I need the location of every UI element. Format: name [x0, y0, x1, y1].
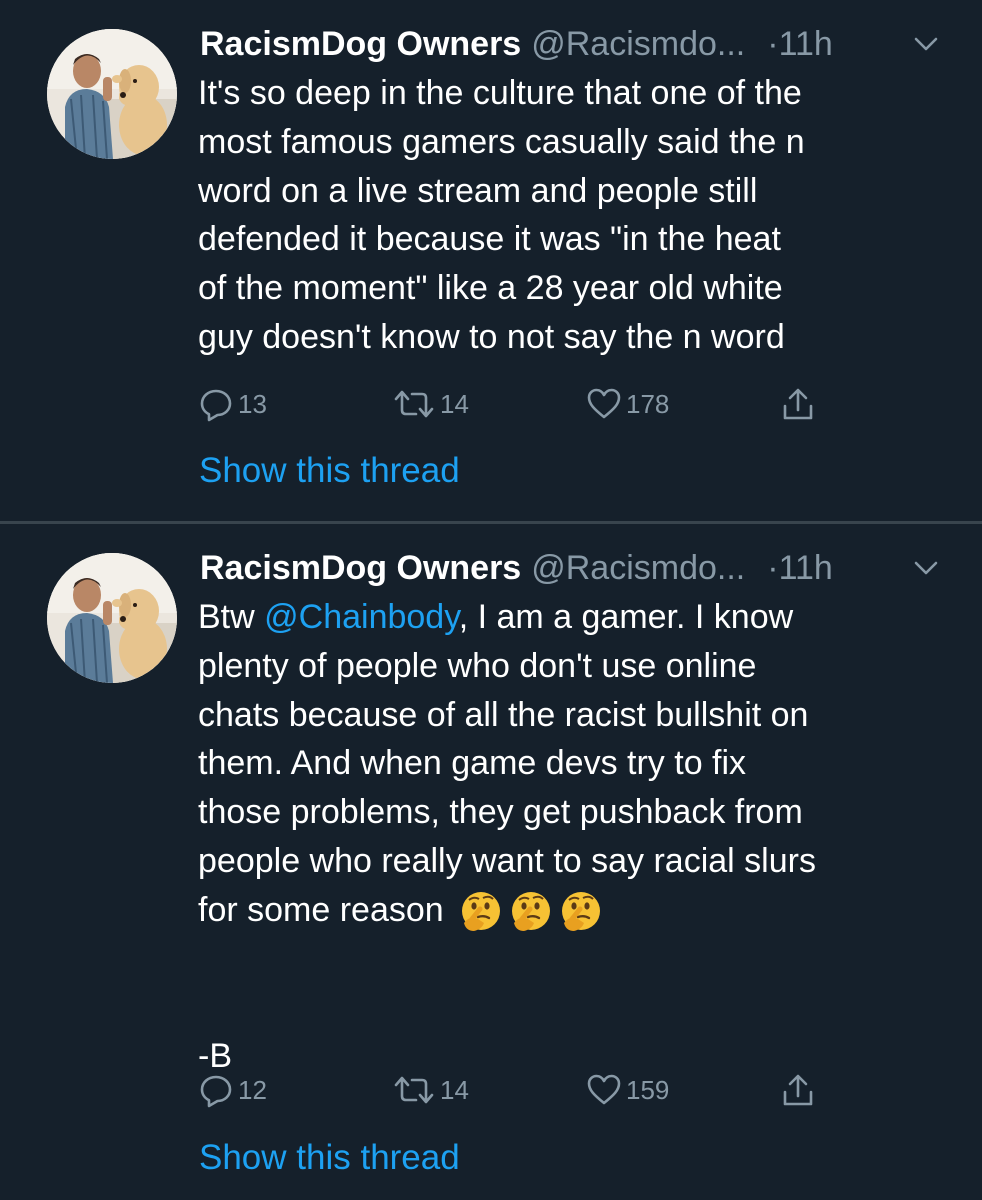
tweet-actions: 13 14 178: [198, 382, 838, 426]
retweet-icon: [394, 1076, 434, 1104]
reply-button[interactable]: 12: [198, 1068, 267, 1112]
user-handle[interactable]: @Racismdo...: [531, 25, 745, 63]
display-name[interactable]: RacismDog Owners: [200, 25, 521, 63]
share-button[interactable]: [780, 1068, 816, 1112]
emoji-group: [458, 889, 608, 935]
heart-icon: [587, 388, 621, 419]
reply-icon: [200, 389, 232, 422]
show-thread-link[interactable]: Show this thread: [199, 1138, 460, 1178]
thinking-face-emoji: [561, 891, 600, 931]
retweet-button[interactable]: 14: [392, 382, 469, 426]
tweet-text-main: , I am a gamer. I know plenty of people …: [198, 598, 816, 929]
retweet-count: 14: [440, 388, 469, 419]
timestamp[interactable]: 11h: [779, 549, 833, 587]
share-icon: [783, 1074, 813, 1106]
tweet-text-prefix: Btw: [198, 598, 265, 636]
like-count: 178: [626, 388, 670, 419]
reply-button[interactable]: 13: [198, 382, 267, 426]
display-name[interactable]: RacismDog Owners: [200, 549, 521, 587]
tweet[interactable]: RacismDog Owners @Racismdo... ·11h It's so…: [0, 0, 982, 522]
thinking-face-emoji: [511, 891, 550, 931]
share-button[interactable]: [780, 382, 816, 426]
like-button[interactable]: 178: [586, 382, 669, 426]
separator-dot: ·: [767, 25, 779, 63]
like-count: 159: [626, 1074, 670, 1105]
retweet-button[interactable]: 14: [392, 1068, 469, 1112]
retweet-count: 14: [440, 1074, 469, 1105]
timestamp[interactable]: 11h: [779, 25, 833, 63]
tweet-text: Btw @Chainbody, I am a gamer. I know ple…: [198, 593, 958, 1081]
like-button[interactable]: 159: [586, 1068, 669, 1112]
thinking-face-emoji: [461, 891, 500, 931]
chevron-down-icon[interactable]: [912, 32, 940, 56]
share-icon: [783, 388, 813, 420]
chevron-down-icon[interactable]: [912, 556, 940, 580]
timeline-feed: RacismDog Owners @Racismdo... ·11h It's so…: [0, 0, 982, 1200]
tweet-header: RacismDog Owners @Racismdo... ·11h: [200, 24, 952, 64]
separator-dot: ·: [767, 549, 779, 587]
tweet-header: RacismDog Owners @Racismdo... ·11h: [200, 548, 952, 588]
mention-link[interactable]: @Chainbody: [264, 598, 459, 636]
avatar-photo: [47, 29, 177, 159]
tweet-text: It's so deep in the culture that one of …: [198, 74, 805, 356]
retweet-icon: [394, 390, 434, 418]
avatar[interactable]: [47, 29, 177, 159]
reply-count: 13: [238, 388, 267, 419]
avatar[interactable]: [47, 553, 177, 683]
show-thread-link[interactable]: Show this thread: [199, 451, 460, 491]
avatar-photo: [47, 553, 177, 683]
reply-count: 12: [238, 1074, 267, 1105]
tweet[interactable]: RacismDog Owners @Racismdo... ·11h Btw @Ch…: [0, 524, 982, 1200]
tweet-actions: 12 14 159: [198, 1068, 838, 1112]
reply-icon: [200, 1075, 232, 1108]
user-handle[interactable]: @Racismdo...: [531, 549, 745, 587]
heart-icon: [587, 1074, 621, 1105]
